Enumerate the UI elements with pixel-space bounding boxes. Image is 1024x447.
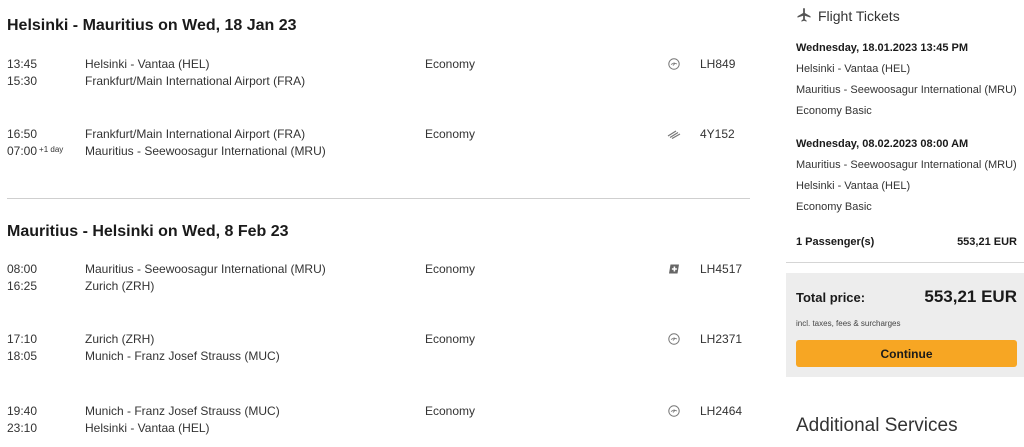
outbound-title: Helsinki - Mauritius on Wed, 18 Jan 23 xyxy=(7,17,297,34)
arrival-airport: Munich - Franz Josef Strauss (MUC) xyxy=(85,349,280,363)
flight-number: LH2464 xyxy=(700,404,743,418)
lufthansa-crane-icon xyxy=(665,331,683,347)
total-price-box: Total price: 553,21 EUR incl. taxes, fee… xyxy=(786,273,1024,377)
departure-time: 16:50 xyxy=(7,127,38,141)
flight-tickets-header: Flight Tickets xyxy=(796,6,900,26)
departure-time: 08:00 xyxy=(7,262,38,276)
total-label: Total price: xyxy=(796,290,866,305)
arrival-time: 18:05 xyxy=(7,349,38,363)
lufthansa-crane-icon xyxy=(665,56,683,72)
arrival-airport: Frankfurt/Main International Airport (FR… xyxy=(85,74,306,88)
departure-airport: Munich - Franz Josef Strauss (MUC) xyxy=(85,404,280,418)
arrival-airport: Helsinki - Vantaa (HEL) xyxy=(85,421,210,435)
departure-airport: Zurich (ZRH) xyxy=(85,332,155,346)
arrival-time: 07:00 xyxy=(7,144,38,158)
cabin-class: Economy xyxy=(425,57,476,71)
additional-services-heading: Additional Services xyxy=(796,415,958,436)
swiss-logo-icon xyxy=(665,261,683,277)
trip-origin: Mauritius - Seewoosagur International (M… xyxy=(796,159,1017,171)
departure-airport: Frankfurt/Main International Airport (FR… xyxy=(85,127,306,141)
trip-origin: Helsinki - Vantaa (HEL) xyxy=(796,63,911,75)
condor-wing-icon xyxy=(665,126,683,142)
trip-datetime: Wednesday, 18.01.2023 13:45 PM xyxy=(796,42,969,54)
flight-segment: 17:10 18:05 Zurich (ZRH) Munich - Franz … xyxy=(0,331,760,371)
leg-divider xyxy=(7,198,750,199)
cabin-class: Economy xyxy=(425,404,476,418)
cabin-class: Economy xyxy=(425,127,476,141)
departure-time: 19:40 xyxy=(7,404,38,418)
trip-fare: Economy Basic xyxy=(796,201,872,213)
flight-segment: 13:45 15:30 Helsinki - Vantaa (HEL) Fran… xyxy=(0,56,760,96)
trip-datetime: Wednesday, 08.02.2023 08:00 AM xyxy=(796,138,969,150)
total-value: 553,21 EUR xyxy=(924,287,1017,306)
cabin-class: Economy xyxy=(425,262,476,276)
segment-times: 08:00 16:25 xyxy=(7,261,82,295)
departure-time: 17:10 xyxy=(7,332,38,346)
segment-airports: Frankfurt/Main International Airport (FR… xyxy=(85,126,415,160)
segment-times: 19:40 23:10 xyxy=(7,403,82,437)
passenger-price: 553,21 EUR xyxy=(957,236,1017,248)
itinerary-panel: Helsinki - Mauritius on Wed, 18 Jan 23 1… xyxy=(0,0,760,447)
passenger-count: 1 Passenger(s) xyxy=(796,236,875,248)
passenger-summary: 1 Passenger(s) 553,21 EUR xyxy=(796,236,1017,252)
arrival-airport: Zurich (ZRH) xyxy=(85,279,155,293)
total-row: Total price: 553,21 EUR xyxy=(796,287,1017,307)
departure-time: 13:45 xyxy=(7,57,38,71)
arrival-time: 16:25 xyxy=(7,279,38,293)
trip-summary: Wednesday, 08.02.2023 08:00 AM Mauritius… xyxy=(796,134,1021,218)
sidebar-title: Flight Tickets xyxy=(818,8,900,24)
airplane-icon xyxy=(796,7,818,26)
flight-segment: 16:50 07:00 +1 day Frankfurt/Main Interna… xyxy=(0,126,760,166)
inbound-title: Mauritius - Helsinki on Wed, 8 Feb 23 xyxy=(7,223,289,240)
segment-airports: Munich - Franz Josef Strauss (MUC) Helsi… xyxy=(85,403,415,437)
total-note: incl. taxes, fees & surcharges xyxy=(796,319,901,328)
trip-destination: Helsinki - Vantaa (HEL) xyxy=(796,180,911,192)
continue-button[interactable]: Continue xyxy=(796,340,1017,367)
departure-airport: Mauritius - Seewoosagur International (M… xyxy=(85,262,326,276)
segment-airports: Helsinki - Vantaa (HEL) Frankfurt/Main I… xyxy=(85,56,415,90)
segment-times: 17:10 18:05 xyxy=(7,331,82,365)
summary-divider xyxy=(786,262,1024,263)
flight-segment: 19:40 23:10 Munich - Franz Josef Strauss… xyxy=(0,403,760,443)
arrival-time: 15:30 xyxy=(7,74,38,88)
flight-number: LH4517 xyxy=(700,262,743,276)
segment-times: 16:50 07:00 +1 day xyxy=(7,126,82,160)
trip-fare: Economy Basic xyxy=(796,105,872,117)
departure-airport: Helsinki - Vantaa (HEL) xyxy=(85,57,210,71)
lufthansa-crane-icon xyxy=(665,403,683,419)
trip-destination: Mauritius - Seewoosagur International (M… xyxy=(796,84,1017,96)
arrival-airport: Mauritius - Seewoosagur International (M… xyxy=(85,144,326,158)
flight-number: LH849 xyxy=(700,57,736,71)
segment-times: 13:45 15:30 xyxy=(7,56,82,90)
trip-summary: Wednesday, 18.01.2023 13:45 PM Helsinki … xyxy=(796,38,1021,122)
day-offset: +1 day xyxy=(39,145,64,154)
flight-segment: 08:00 16:25 Mauritius - Seewoosagur Inte… xyxy=(0,261,760,301)
segment-airports: Mauritius - Seewoosagur International (M… xyxy=(85,261,415,295)
segment-airports: Zurich (ZRH) Munich - Franz Josef Straus… xyxy=(85,331,415,365)
flight-number: 4Y152 xyxy=(700,127,735,141)
arrival-time: 23:10 xyxy=(7,421,38,435)
booking-summary-sidebar: Flight Tickets Wednesday, 18.01.2023 13:… xyxy=(786,0,1024,447)
cabin-class: Economy xyxy=(425,332,476,346)
flight-number: LH2371 xyxy=(700,332,743,346)
